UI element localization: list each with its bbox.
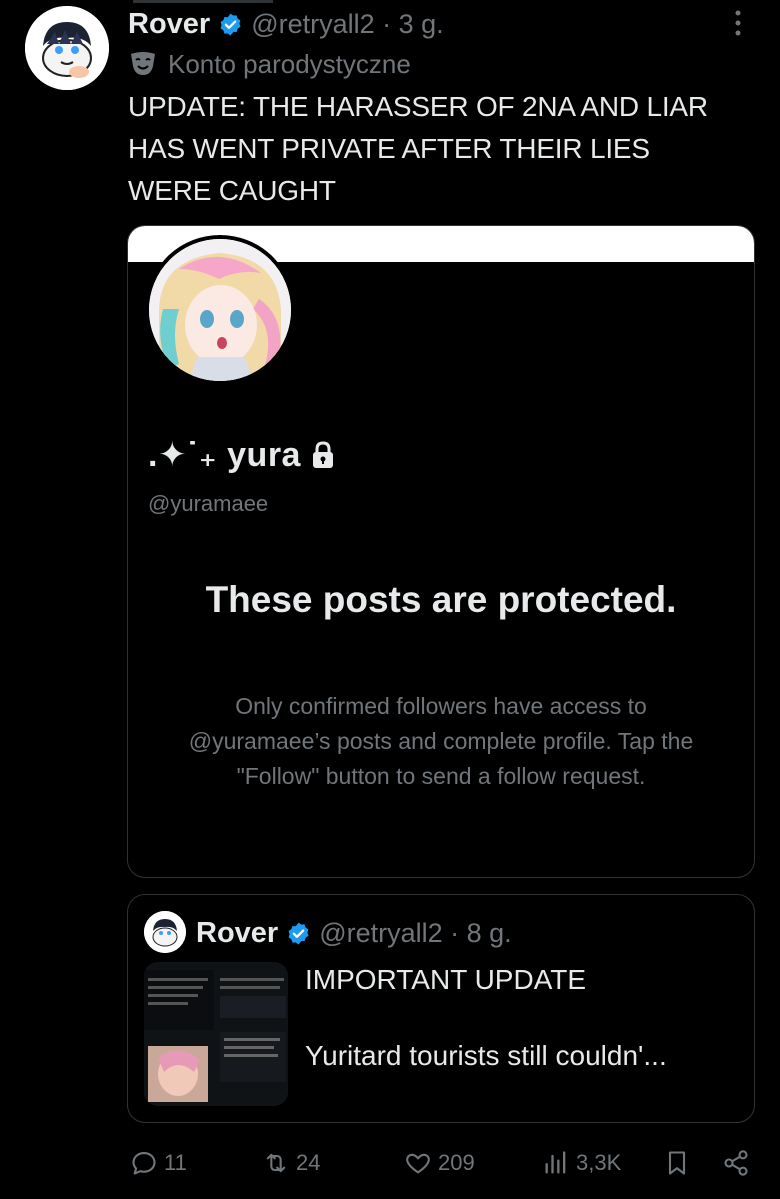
share-button[interactable] [722,1140,750,1186]
like-count: 209 [438,1150,475,1175]
parody-mask-icon [131,52,155,75]
views-button[interactable]: 3,3K [542,1140,621,1186]
quoted-tweet[interactable]: Rover @retryall2 · 8 g. IMPORTANT UPDATE… [127,894,755,1123]
top-divider [133,0,273,3]
profile-display-name: .✦˙₊ yura [148,436,301,474]
reply-button[interactable]: 11 [130,1140,187,1186]
protected-body: Only confirmed followers have access to … [188,693,694,789]
action-bar: 11 24 209 3,3K [0,1140,780,1186]
parody-text: Konto parodystyczne [168,48,411,79]
author-avatar[interactable] [25,6,109,90]
lock-icon [312,441,333,468]
repost-icon [266,1153,286,1173]
tweet-header: Rover @retryall2 · 3 g. [128,4,444,44]
parody-label: Konto parodystyczne [128,46,411,82]
reply-count: 11 [164,1150,187,1175]
share-icon [724,1150,748,1176]
quoted-author-avatar [144,911,186,953]
views-count: 3,3K [576,1150,622,1175]
profile-avatar [145,235,295,385]
author-name[interactable]: Rover [128,8,210,41]
like-button[interactable]: 209 [404,1140,475,1186]
author-handle-time[interactable]: @retryall2 · 3 g. [251,9,443,40]
quoted-text: IMPORTANT UPDATE Yuritard tourists still… [305,964,667,1071]
tweet-text: UPDATE: THE HARASSER OF 2NA AND LIAR HAS… [128,91,708,206]
profile-handle: @yuramaee [148,491,269,516]
like-icon [406,1153,430,1174]
quoted-author-name: Rover [196,916,279,949]
reply-icon [132,1152,156,1175]
quoted-header: Rover @retryall2 · 8 g. [196,913,512,953]
views-icon [545,1151,566,1174]
verified-badge-icon [220,13,241,35]
more-icon[interactable] [730,8,746,38]
protected-title: These posts are protected. [205,579,677,620]
quoted-thumbnail-image [144,962,288,1106]
bookmark-icon [668,1151,686,1175]
profile-name-row: .✦˙₊ yura [148,435,335,475]
quoted-handle-time: @retryall2 · 8 g. [319,917,512,948]
verified-badge-icon [288,922,309,944]
embedded-profile-image[interactable]: .✦˙₊ yura @yuramaee These posts are prot… [127,225,755,878]
repost-count: 24 [296,1150,321,1175]
bookmark-button[interactable] [663,1140,691,1186]
repost-button[interactable]: 24 [262,1140,320,1186]
